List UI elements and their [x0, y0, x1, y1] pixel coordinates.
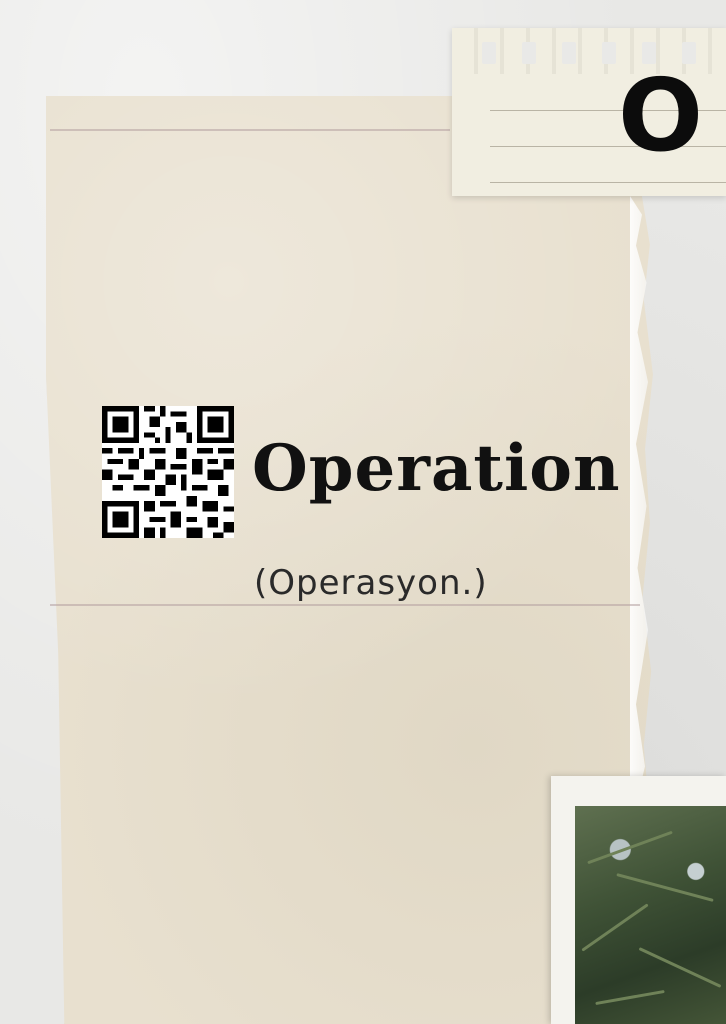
notepad-hole — [602, 42, 616, 64]
notepad-hole — [562, 42, 576, 64]
qr-code-icon[interactable] — [102, 406, 234, 538]
photo-branch — [616, 873, 714, 902]
photo-image — [575, 806, 726, 1024]
paper-rule-line — [50, 129, 450, 131]
paper-rule-line — [50, 604, 640, 606]
notepad-hole — [482, 42, 496, 64]
photo-branch — [587, 830, 673, 865]
entry-title: Operation — [252, 431, 621, 506]
notepad-sticker: O — [452, 28, 726, 196]
photo-branch — [638, 947, 722, 988]
photo-branch — [595, 989, 665, 1006]
notepad-hole — [522, 42, 536, 64]
notepad-line — [490, 182, 726, 183]
entry-translation: (Operasyon.) — [254, 563, 488, 603]
index-letter: O — [618, 57, 704, 174]
photo-branch — [581, 903, 649, 952]
photo-tree-icon — [551, 776, 726, 1024]
